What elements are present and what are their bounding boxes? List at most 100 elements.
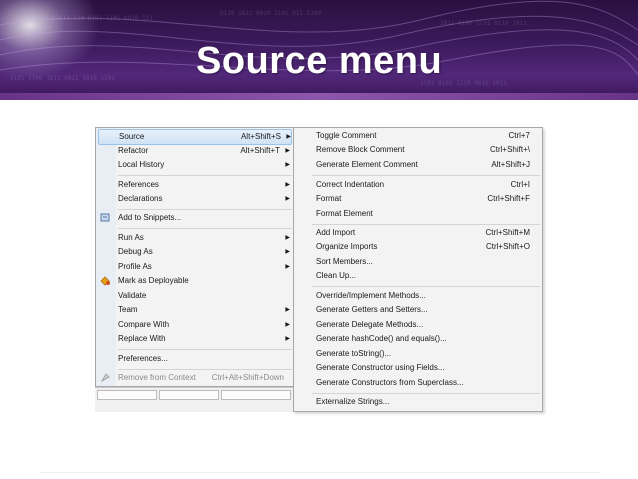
menu-item-remove-from-context[interactable]: Remove from Context Ctrl+Alt+Shift+Down bbox=[118, 371, 290, 385]
menu-item-label: Generate Element Comment bbox=[316, 160, 418, 169]
menu-item-add-import[interactable]: Add Import Ctrl+Shift+M bbox=[316, 226, 538, 240]
svg-text:1011 0100 1101 0110 1011: 1011 0100 1101 0110 1011 bbox=[440, 20, 527, 27]
submenu-arrow-icon: ▶ bbox=[285, 235, 290, 241]
context-menu: Source Alt+Shift+S ▶ Refactor Alt+Shift+… bbox=[95, 127, 295, 387]
menu-item-label: Add Import bbox=[316, 228, 356, 237]
source-submenu: Toggle Comment Ctrl+7 Remove Block Comme… bbox=[293, 127, 543, 412]
menu-item-label: Remove from Context bbox=[118, 373, 196, 382]
menu-item-label: Refactor bbox=[118, 146, 149, 155]
menu-separator bbox=[312, 175, 540, 176]
footer-divider bbox=[40, 472, 600, 473]
menu-item-remove-block-comment[interactable]: Remove Block Comment Ctrl+Shift+\ bbox=[316, 143, 538, 157]
menu-item-shortcut: Ctrl+Shift+F bbox=[487, 194, 530, 203]
menu-item-shortcut: Alt+Shift+S bbox=[240, 132, 281, 141]
menu-separator bbox=[312, 224, 540, 225]
submenu-arrow-icon: ▶ bbox=[285, 336, 290, 342]
menu-item-label: Sort Members... bbox=[316, 257, 373, 266]
page-title: Source menu bbox=[196, 40, 443, 82]
menu-item-label: Validate bbox=[118, 291, 147, 300]
menu-item-label: Declarations bbox=[118, 194, 163, 203]
menu-separator bbox=[118, 228, 292, 229]
menu-item-generate-getters-setters[interactable]: Generate Getters and Setters... bbox=[316, 303, 538, 317]
menu-item-source[interactable]: Source Alt+Shift+S ▶ bbox=[98, 129, 292, 145]
svg-text:10110 01011 110 0101 1101 0010: 10110 01011 110 0101 1101 0010 111 bbox=[30, 15, 153, 22]
menu-item-shortcut: Ctrl+Shift+M bbox=[485, 228, 530, 237]
menu-separator bbox=[312, 286, 540, 287]
menu-item-label: Generate hashCode() and equals()... bbox=[316, 334, 447, 343]
menu-item-mark-as-deployable[interactable]: Mark as Deployable bbox=[118, 274, 290, 288]
menu-separator bbox=[118, 209, 292, 210]
menu-item-generate-constructors-superclass[interactable]: Generate Constructors from Superclass... bbox=[316, 376, 538, 390]
menu-item-debug-as[interactable]: Debug As ▶ bbox=[118, 245, 290, 259]
menu-item-generate-hashcode-equals[interactable]: Generate hashCode() and equals()... bbox=[316, 332, 538, 346]
submenu-arrow-icon: ▶ bbox=[285, 264, 290, 270]
menu-item-label: Generate Constructors from Superclass... bbox=[316, 378, 464, 387]
menu-item-compare-with[interactable]: Compare With ▶ bbox=[118, 318, 290, 332]
menu-item-clean-up[interactable]: Clean Up... bbox=[316, 269, 538, 283]
submenu-arrow-icon: ▶ bbox=[285, 249, 290, 255]
snippet-icon bbox=[100, 212, 111, 223]
menu-separator bbox=[118, 349, 292, 350]
menu-item-shortcut: Ctrl+Shift+O bbox=[485, 242, 530, 251]
svg-text:0110 1011 0010 1101 011 1100: 0110 1011 0010 1101 011 1100 bbox=[220, 10, 322, 17]
menu-item-label: Run As bbox=[118, 233, 144, 242]
menu-item-preferences[interactable]: Preferences... bbox=[118, 352, 290, 366]
submenu-arrow-icon: ▶ bbox=[285, 322, 290, 328]
menu-item-team[interactable]: Team ▶ bbox=[118, 303, 290, 317]
menu-item-references[interactable]: References ▶ bbox=[118, 178, 290, 192]
menu-item-validate[interactable]: Validate bbox=[118, 289, 290, 303]
menu-item-generate-delegate-methods[interactable]: Generate Delegate Methods... bbox=[316, 318, 538, 332]
background-field bbox=[221, 390, 291, 400]
menu-item-label: Local History bbox=[118, 160, 165, 169]
menu-item-replace-with[interactable]: Replace With ▶ bbox=[118, 332, 290, 346]
menu-item-shortcut: Ctrl+7 bbox=[508, 131, 530, 140]
menu-item-label: Externalize Strings... bbox=[316, 397, 390, 406]
menu-item-label: Remove Block Comment bbox=[316, 145, 405, 154]
menu-item-toggle-comment[interactable]: Toggle Comment Ctrl+7 bbox=[316, 129, 538, 143]
submenu-arrow-icon: ▶ bbox=[286, 134, 291, 140]
menu-item-generate-tostring[interactable]: Generate toString()... bbox=[316, 347, 538, 361]
menu-item-label: Profile As bbox=[118, 262, 152, 271]
menu-item-profile-as[interactable]: Profile As ▶ bbox=[118, 260, 290, 274]
menu-item-label: Toggle Comment bbox=[316, 131, 377, 140]
menu-item-shortcut: Alt+Shift+J bbox=[491, 160, 530, 169]
menu-item-run-as[interactable]: Run As ▶ bbox=[118, 231, 290, 245]
menu-item-label: Generate Delegate Methods... bbox=[316, 320, 424, 329]
menu-separator bbox=[118, 369, 292, 370]
background-field bbox=[159, 390, 219, 400]
menu-item-label: Debug As bbox=[118, 247, 153, 256]
menu-item-organize-imports[interactable]: Organize Imports Ctrl+Shift+O bbox=[316, 240, 538, 254]
menu-item-sort-members[interactable]: Sort Members... bbox=[316, 255, 538, 269]
menu-item-generate-constructor-fields[interactable]: Generate Constructor using Fields... bbox=[316, 361, 538, 375]
menu-item-format-element[interactable]: Format Element bbox=[316, 207, 538, 221]
editor-background-strip bbox=[95, 387, 293, 412]
menu-item-label: Add to Snippets... bbox=[118, 213, 182, 222]
menu-item-declarations[interactable]: Declarations ▶ bbox=[118, 192, 290, 206]
banner-stripe bbox=[0, 93, 638, 100]
menu-item-format[interactable]: Format Ctrl+Shift+F bbox=[316, 192, 538, 206]
submenu-arrow-icon: ▶ bbox=[285, 182, 290, 188]
menu-separator bbox=[118, 175, 292, 176]
menu-item-override-implement-methods[interactable]: Override/Implement Methods... bbox=[316, 289, 538, 303]
title-banner: 10110 01011 110 0101 1101 0010 111 0110 … bbox=[0, 0, 638, 100]
menu-item-externalize-strings[interactable]: Externalize Strings... bbox=[316, 395, 538, 409]
menu-item-label: Organize Imports bbox=[316, 242, 378, 251]
menu-item-label: Team bbox=[118, 305, 138, 314]
menu-item-label: Preferences... bbox=[118, 354, 168, 363]
menu-item-label: Compare With bbox=[118, 320, 170, 329]
submenu-arrow-icon: ▶ bbox=[285, 307, 290, 313]
menu-item-shortcut: Ctrl+Shift+\ bbox=[489, 145, 530, 154]
menu-item-refactor[interactable]: Refactor Alt+Shift+T ▶ bbox=[118, 144, 290, 158]
submenu-arrow-icon: ▶ bbox=[285, 148, 290, 154]
menu-item-local-history[interactable]: Local History ▶ bbox=[118, 158, 290, 172]
menu-item-generate-element-comment[interactable]: Generate Element Comment Alt+Shift+J bbox=[316, 158, 538, 172]
menu-item-shortcut: Alt+Shift+T bbox=[240, 146, 280, 155]
submenu-arrow-icon: ▶ bbox=[285, 196, 290, 202]
menu-item-shortcut: Ctrl+I bbox=[510, 180, 530, 189]
menu-item-correct-indentation[interactable]: Correct Indentation Ctrl+I bbox=[316, 178, 538, 192]
menu-item-add-to-snippets[interactable]: Add to Snippets... bbox=[118, 211, 290, 225]
deploy-icon bbox=[100, 275, 111, 286]
menu-item-label: Clean Up... bbox=[316, 271, 357, 280]
menu-item-label: Generate toString()... bbox=[316, 349, 392, 358]
menu-item-label: Override/Implement Methods... bbox=[316, 291, 426, 300]
